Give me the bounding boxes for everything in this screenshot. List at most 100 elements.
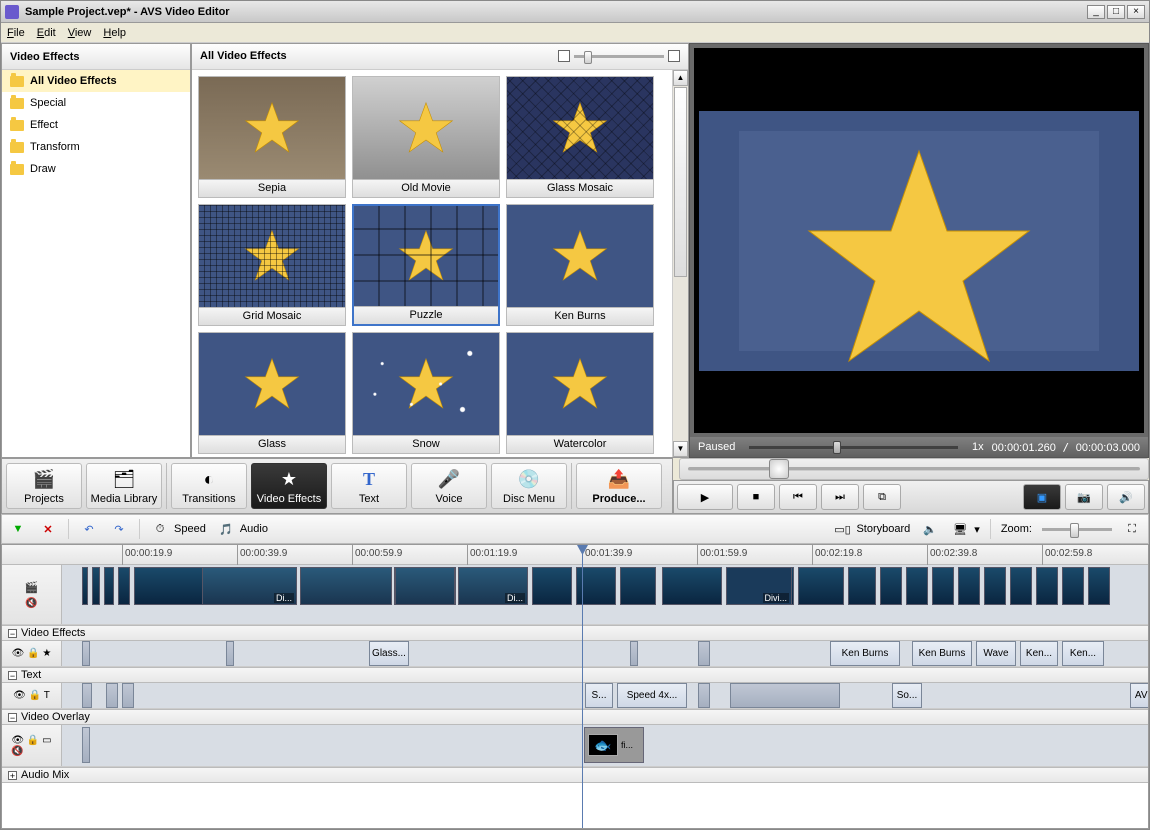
effect-clip-handle[interactable]: [226, 641, 234, 666]
text-clip-handle[interactable]: [122, 683, 134, 708]
transitions-button[interactable]: ◐Transitions: [171, 463, 247, 509]
video-clip[interactable]: [104, 567, 114, 605]
view-large-button[interactable]: [668, 50, 680, 62]
stop-button[interactable]: ■: [737, 484, 775, 510]
expand-icon[interactable]: +: [8, 771, 17, 780]
scroll-thumb[interactable]: [674, 87, 687, 277]
split-button[interactable]: ⧉: [863, 484, 901, 510]
effect-glass-mosaic[interactable]: Glass Mosaic: [506, 76, 654, 198]
video-clip[interactable]: [848, 567, 876, 605]
text-clip[interactable]: So...: [892, 683, 922, 708]
category-draw[interactable]: Draw: [2, 158, 190, 180]
snapshot-button[interactable]: 📷: [1065, 484, 1103, 510]
video-track[interactable]: Di... Di... Divi...: [62, 565, 1148, 624]
playhead[interactable]: [582, 545, 583, 828]
video-clip[interactable]: [1062, 567, 1084, 605]
collapse-icon[interactable]: −: [8, 671, 17, 680]
effect-clip-handle[interactable]: [82, 641, 90, 666]
redo-button[interactable]: ↷: [109, 520, 129, 538]
effect-clip[interactable]: Wave: [976, 641, 1016, 666]
effect-old-movie[interactable]: Old Movie: [352, 76, 500, 198]
view-small-button[interactable]: [558, 50, 570, 62]
text-track-header[interactable]: −Text: [2, 667, 1148, 683]
produce-button[interactable]: 📤Produce...: [576, 463, 662, 509]
media-library-button[interactable]: 🗂Media Library: [86, 463, 162, 509]
delete-clip-button[interactable]: ✕: [38, 520, 58, 538]
fit-zoom-button[interactable]: ⛶: [1122, 520, 1142, 538]
scroll-down-button[interactable]: ▼: [673, 441, 688, 457]
prev-frame-button[interactable]: ⏮: [779, 484, 817, 510]
overlay-clip[interactable]: 🐟fi...: [584, 727, 644, 763]
collapse-icon[interactable]: −: [8, 629, 17, 638]
maximize-button[interactable]: □: [1107, 5, 1125, 19]
audio-button[interactable]: 🎵Audio: [216, 520, 268, 538]
text-clip[interactable]: Speed 4x...: [617, 683, 687, 708]
effect-clip-handle[interactable]: [698, 641, 710, 666]
collapse-icon[interactable]: −: [8, 713, 17, 722]
overlay-handle[interactable]: [82, 727, 90, 763]
video-clip[interactable]: Di...: [202, 567, 297, 605]
category-transform[interactable]: Transform: [2, 136, 190, 158]
effect-clip[interactable]: Ken...: [1020, 641, 1058, 666]
mute-icon[interactable]: 🔇: [25, 598, 37, 609]
next-frame-button[interactable]: ⏭: [821, 484, 859, 510]
audio-mix-track-header[interactable]: +Audio Mix: [2, 767, 1148, 783]
menu-view[interactable]: View: [68, 27, 92, 39]
text-clip-handle[interactable]: [106, 683, 118, 708]
video-clip[interactable]: [82, 567, 88, 605]
video-effects-track[interactable]: Glass...Ken BurnsKen BurnsWaveKen...Ken.…: [62, 641, 1148, 666]
effect-glass[interactable]: Glass: [198, 332, 346, 454]
zoom-slider[interactable]: [1042, 528, 1112, 531]
video-effects-track-header[interactable]: −Video Effects: [2, 625, 1148, 641]
video-clip[interactable]: [984, 567, 1006, 605]
video-clip[interactable]: [906, 567, 928, 605]
ruler[interactable]: 00:00:19.900:00:39.900:00:59.900:01:19.9…: [2, 545, 1148, 565]
thumbnail-size-slider[interactable]: [574, 55, 664, 58]
effects-scrollbar[interactable]: ▲ ▼: [672, 70, 688, 457]
disc-menu-button[interactable]: 💿Disc Menu: [491, 463, 567, 509]
video-effects-button[interactable]: ★Video Effects: [251, 463, 327, 509]
video-overlay-track-header[interactable]: −Video Overlay: [2, 709, 1148, 725]
video-clip[interactable]: [1010, 567, 1032, 605]
text-clip-handle[interactable]: [698, 683, 710, 708]
scroll-up-button[interactable]: ▲: [673, 70, 688, 86]
video-clip[interactable]: [620, 567, 656, 605]
video-clip[interactable]: Di...: [458, 567, 528, 605]
text-clip[interactable]: AVS Vide...: [1130, 683, 1149, 708]
video-clip[interactable]: [1088, 567, 1110, 605]
volume-mixer-button[interactable]: 🔈: [920, 520, 940, 538]
effect-grid-mosaic[interactable]: Grid Mosaic: [198, 204, 346, 326]
effect-clip-handle[interactable]: [630, 641, 638, 666]
minimize-button[interactable]: _: [1087, 5, 1105, 19]
text-clip-handle[interactable]: [82, 683, 92, 708]
speed-slider[interactable]: [749, 446, 958, 449]
effect-watercolor[interactable]: Watercolor: [506, 332, 654, 454]
text-clip-handle[interactable]: [730, 683, 840, 708]
add-clip-button[interactable]: ▼: [8, 520, 28, 538]
video-clip[interactable]: [118, 567, 130, 605]
effect-clip[interactable]: Ken...: [1062, 641, 1104, 666]
video-clip[interactable]: [798, 567, 844, 605]
video-clip[interactable]: [532, 567, 572, 605]
effect-clip[interactable]: Ken Burns: [912, 641, 972, 666]
video-clip[interactable]: [932, 567, 954, 605]
video-clip[interactable]: [662, 567, 722, 605]
voice-button[interactable]: 🎤Voice: [411, 463, 487, 509]
effect-clip[interactable]: Ken Burns: [830, 641, 900, 666]
display-settings-button[interactable]: 🖥▾: [950, 520, 980, 538]
effect-ken-burns[interactable]: Ken Burns: [506, 204, 654, 326]
video-overlay-track[interactable]: 🐟fi...: [62, 725, 1148, 766]
play-button[interactable]: ▶: [677, 484, 733, 510]
video-clip[interactable]: [300, 567, 392, 605]
effect-puzzle[interactable]: Puzzle: [352, 204, 500, 326]
seek-bar[interactable]: [679, 458, 1149, 480]
menu-edit[interactable]: Edit: [37, 27, 56, 39]
seek-knob[interactable]: [769, 459, 789, 479]
video-clip[interactable]: [1036, 567, 1058, 605]
text-button[interactable]: TText: [331, 463, 407, 509]
video-clip[interactable]: [92, 567, 100, 605]
menu-help[interactable]: Help: [103, 27, 126, 39]
close-button[interactable]: ×: [1127, 5, 1145, 19]
video-clip[interactable]: Divi...: [726, 567, 792, 605]
video-clip[interactable]: [395, 567, 455, 605]
